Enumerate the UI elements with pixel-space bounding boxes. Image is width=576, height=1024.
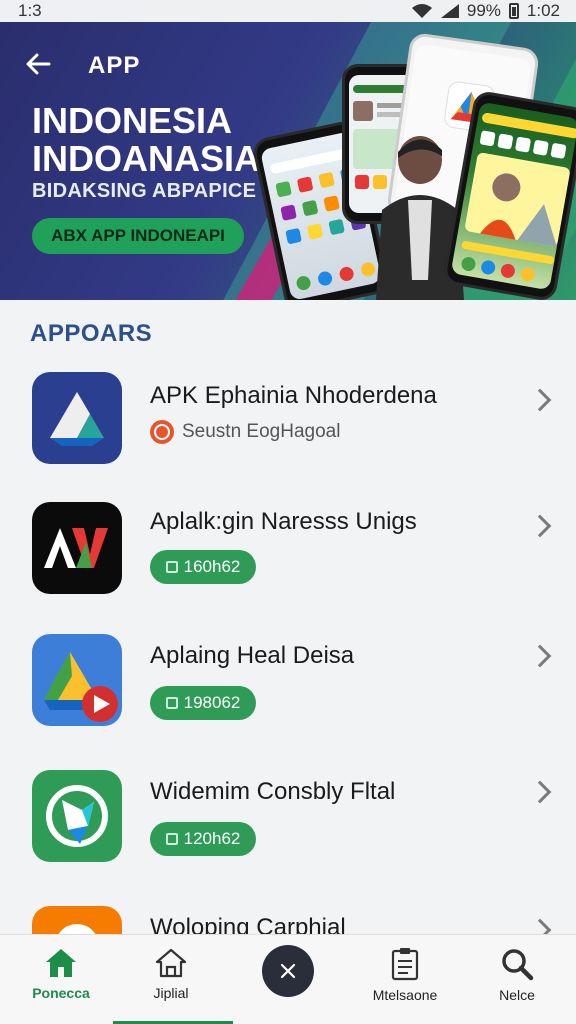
chevron-right-icon (528, 918, 552, 934)
nav-item-search[interactable]: Nelce (462, 935, 572, 1024)
download-size-icon (165, 697, 178, 709)
status-bar: 1:3 99% 1:02 (0, 0, 576, 22)
section-title: APPOARS (30, 320, 153, 347)
nav-label: Jiplial (153, 985, 189, 1001)
chevron-right-icon (528, 644, 552, 668)
banner-title-line1: INDONESIA (32, 100, 233, 141)
chevron-right-icon (528, 514, 552, 538)
close-fab-button[interactable] (262, 945, 314, 997)
search-icon (502, 949, 534, 981)
clipboard-icon (391, 948, 419, 981)
nav-label: Ponecca (32, 985, 90, 1001)
battery-percent: 99% (466, 1, 501, 20)
nav-item-apps[interactable]: Jiplial (116, 935, 226, 1024)
chevron-right-icon (528, 780, 552, 804)
hero-banner: APP INDONESIA INDOANASIA BIDAKSING ABPAP… (0, 22, 576, 300)
app-size: 198062 (183, 693, 241, 712)
status-icons: 99% 1:02 (411, 1, 560, 21)
app-size-badge: 160h62 (150, 550, 256, 584)
nav-item-home[interactable]: Ponecca (6, 935, 116, 1024)
app-size-badge: 120h62 (150, 822, 256, 856)
wifi-icon (411, 4, 432, 18)
nav-item-updates[interactable]: Mtelsaone (350, 935, 460, 1024)
app-name: Widemim Consbly Fltal (150, 778, 396, 805)
green-shape-icon (32, 770, 122, 862)
download-size-icon (165, 561, 178, 573)
social-app-illustration (461, 112, 576, 282)
home-filled-icon (46, 949, 76, 977)
app-developer: Seustn EogHagoal (150, 420, 340, 444)
orange-app-icon (32, 906, 122, 934)
banner-app-label: APP (88, 52, 141, 79)
app-name: Aplalk:gin Naresss Unigs (150, 508, 417, 535)
developer-name: Seustn EogHagoal (182, 421, 341, 442)
app-list-item[interactable]: Aplaing Heal Deisa 198062 (0, 634, 576, 754)
banner-title-line2: INDOANASIA (32, 138, 261, 179)
back-button[interactable] (22, 48, 54, 80)
back-arrow-icon (26, 53, 51, 75)
av-logo-icon (32, 502, 122, 594)
app-list-item[interactable]: Widemim Consbly Fltal 120h62 (0, 770, 576, 890)
app-list-item[interactable]: APK Ephainia Nhoderdena Seustn EogHagoal (0, 370, 576, 490)
close-icon (280, 963, 296, 979)
battery-icon (508, 3, 519, 19)
drive-play-icon (32, 634, 122, 726)
drive-triangle-icon (32, 372, 122, 464)
signal-icon (440, 4, 459, 18)
app-size-badge: 198062 (150, 686, 256, 720)
home-outline-icon (155, 948, 187, 978)
app-size: 160h62 (183, 557, 241, 576)
banner-title: INDONESIA INDOANASIA (32, 102, 292, 178)
nav-label: Nelce (499, 987, 535, 1003)
status-time-left: 1:3 (18, 1, 42, 20)
developer-logo-icon (150, 420, 174, 444)
app-name: APK Ephainia Nhoderdena (150, 382, 437, 409)
app-size: 120h62 (183, 829, 241, 848)
banner-cta-button[interactable]: ABX APP INDONEAPI (32, 218, 244, 254)
status-time-right: 1:02 (526, 1, 560, 20)
app-name: Woloping Carphial (150, 914, 346, 934)
banner-subtitle: BIDAKSING ABPAPICE (32, 180, 257, 202)
app-name: Aplaing Heal Deisa (150, 642, 355, 669)
download-size-icon (165, 833, 178, 845)
app-list-item[interactable]: Aplalk:gin Naresss Unigs 160h62 (0, 500, 576, 620)
nav-label: Mtelsaone (372, 987, 438, 1003)
app-list-item[interactable]: Woloping Carphial (0, 904, 576, 934)
chevron-right-icon (528, 388, 552, 412)
